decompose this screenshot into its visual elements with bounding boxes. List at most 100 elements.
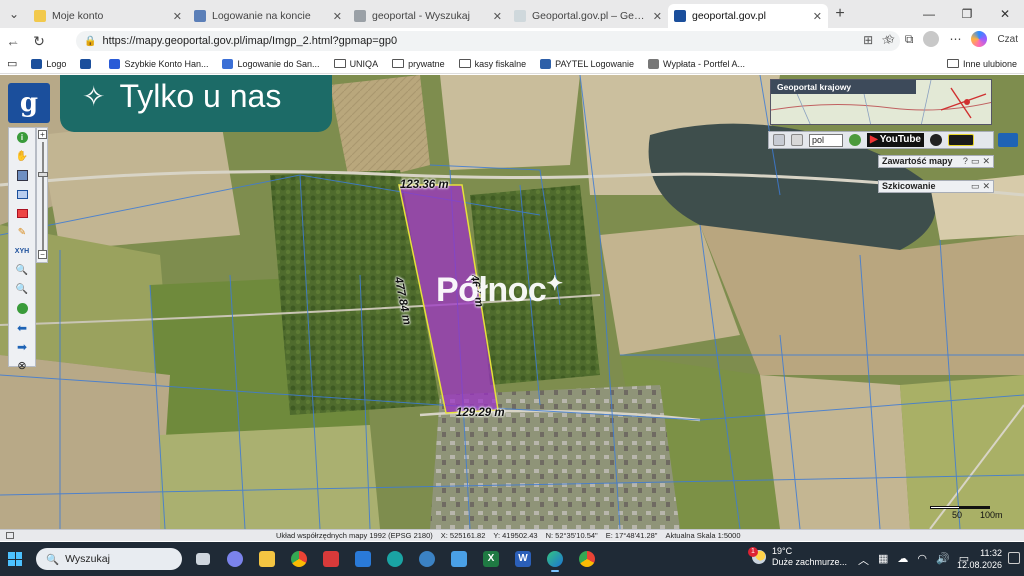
notifications-icon[interactable] — [1008, 552, 1020, 564]
minimize-panel-icon[interactable]: ▭ — [971, 181, 980, 192]
youtube-link[interactable]: ▶ YouTube — [867, 133, 924, 147]
close-panel-icon[interactable]: ✕ — [982, 181, 990, 192]
gift-app-icon[interactable] — [318, 546, 344, 572]
taskbar-clock[interactable]: 11:32 12.08.2026 — [957, 547, 1002, 571]
zoom-minus-button[interactable]: − — [38, 250, 47, 259]
geoportal-logo[interactable]: g — [8, 83, 50, 123]
browser-tab[interactable]: geoportal.gov.pl ✕ — [668, 4, 828, 28]
tab-close-icon[interactable]: ✕ — [653, 10, 662, 23]
more-menu-icon[interactable]: ⋯ — [949, 32, 961, 46]
bookmark-favicon-icon — [31, 58, 43, 69]
minimize-button[interactable]: — — [910, 0, 948, 28]
excel-icon[interactable]: X — [478, 546, 504, 572]
pencil-icon[interactable]: ✎ — [9, 223, 35, 242]
layers-tool-icon[interactable] — [9, 166, 35, 185]
browser-tab[interactable]: Moje konto ✕ — [28, 4, 188, 28]
tab-close-icon[interactable]: ✕ — [493, 10, 502, 23]
status-toggle-icon[interactable] — [6, 532, 14, 539]
show-hidden-icons-chevron-icon[interactable]: ︿ — [858, 552, 869, 568]
zoom-plus-button[interactable]: + — [38, 130, 47, 139]
split-screen-icon[interactable]: ⊞ — [863, 33, 873, 47]
profile-avatar[interactable] — [923, 31, 940, 47]
previous-view-arrow-icon[interactable]: ⬅ — [9, 318, 35, 337]
tab-actions-menu[interactable]: ⌄ — [0, 0, 28, 28]
bookmark-item[interactable]: prywatne — [385, 59, 452, 69]
new-tab-button[interactable]: + — [828, 5, 852, 23]
chrome-icon[interactable] — [286, 546, 312, 572]
forward-button[interactable]: → — [0, 28, 26, 54]
teams-icon[interactable] — [222, 546, 248, 572]
bookmark-item[interactable]: Logo — [24, 58, 73, 69]
tab-close-icon[interactable]: ✕ — [333, 10, 342, 23]
high-contrast-icon[interactable] — [948, 134, 974, 146]
overview-map[interactable]: Geoportal krajowy — [770, 79, 992, 125]
weather-widget[interactable]: 1 19°C Duże zachmurze... — [748, 546, 847, 568]
edge-icon-active[interactable] — [542, 546, 568, 572]
close-panel-icon[interactable]: ✕ — [982, 156, 990, 167]
collections-icon[interactable]: ⧉ — [905, 32, 914, 47]
sketch-panel-header[interactable]: Szkicowanie ▭ ✕ — [878, 180, 994, 193]
store-icon[interactable] — [350, 546, 376, 572]
pan-hand-icon[interactable]: ✋ — [9, 147, 35, 166]
favorites-icon[interactable]: ✩ — [885, 32, 895, 46]
select-tool-icon[interactable] — [9, 185, 35, 204]
measure-area-icon[interactable] — [9, 204, 35, 223]
zoom-in-tool-icon[interactable]: 🔍 — [9, 261, 35, 280]
zoom-slider[interactable]: + − — [36, 127, 48, 263]
close-window-button[interactable]: ✕ — [986, 0, 1024, 28]
tab-close-icon[interactable]: ✕ — [813, 10, 822, 23]
wifi-icon[interactable]: ◠ — [917, 552, 927, 568]
bookmarks-bar: ▭ Logo Szybkie Konto Han... Logowanie do S… — [0, 54, 1024, 74]
help-icon[interactable]: ? — [963, 156, 968, 167]
volume-icon[interactable]: 🔊 — [936, 552, 950, 568]
language-select[interactable]: pol — [809, 133, 843, 147]
help-globe-icon[interactable] — [849, 134, 861, 146]
copilot-icon[interactable] — [971, 31, 988, 47]
bookmark-item[interactable] — [73, 58, 102, 69]
next-view-arrow-icon[interactable]: ➡ — [9, 337, 35, 356]
bookmark-item[interactable]: Inne ulubione — [940, 59, 1024, 69]
task-view-icon[interactable] — [190, 546, 216, 572]
folder-icon — [392, 59, 405, 68]
bookmark-item[interactable]: PAYTEL Logowanie — [533, 58, 641, 69]
map-tools-toolbar: i ✋ ✎ XYH 🔍 🔍 ⬅ ➡ ⊗ — [8, 127, 36, 372]
map-viewport[interactable]: g i ✋ ✎ XYH 🔍 🔍 ⬅ ➡ ⊗ + − 123.36 m 477.8… — [0, 75, 1024, 529]
bookmark-item[interactable]: Wypłata - Portfel A... — [641, 58, 752, 69]
bookmark-item[interactable]: Logowanie do San... — [215, 58, 326, 69]
full-extent-icon[interactable]: ⊗ — [9, 356, 35, 375]
coordinates-tool-icon[interactable]: XYH — [9, 242, 35, 261]
url-field[interactable]: 🔒 https://mapy.geoportal.gov.pl/imap/Img… — [76, 31, 900, 51]
bookmark-item[interactable]: kasy fiskalne — [452, 59, 534, 69]
network-icon[interactable]: ▦ — [878, 552, 888, 568]
bookmark-item[interactable]: UNIQA — [327, 59, 386, 69]
bookmark-item[interactable]: Szybkie Konto Han... — [102, 58, 215, 69]
chrome-profile-icon[interactable] — [574, 546, 600, 572]
zoom-out-tool-icon[interactable]: 🔍 — [9, 280, 35, 299]
info-tool-icon[interactable]: i — [9, 128, 35, 147]
photos-icon[interactable] — [446, 546, 472, 572]
side-panel-tab[interactable] — [998, 133, 1018, 147]
map-content-panel-header[interactable]: Zawartość mapy ? ▭ ✕ — [878, 155, 994, 168]
tab-close-icon[interactable]: ✕ — [173, 10, 182, 23]
onedrive-icon[interactable]: ☁ — [897, 552, 908, 568]
accessibility-icon[interactable] — [930, 134, 942, 146]
start-button[interactable] — [0, 542, 30, 576]
print-icon[interactable] — [773, 134, 785, 146]
export-icon[interactable] — [791, 134, 803, 146]
zoom-knob[interactable] — [38, 172, 48, 177]
taskbar-search[interactable]: 🔍 Wyszukaj — [36, 548, 182, 570]
browser-tab[interactable]: Logowanie na koncie ✕ — [188, 4, 348, 28]
edge-icon-pinned[interactable] — [382, 546, 408, 572]
minimize-panel-icon[interactable]: ▭ — [971, 156, 980, 167]
browser-tab[interactable]: geoportal - Wyszukaj ✕ — [348, 4, 508, 28]
bookmark-bar-toggle-icon[interactable]: ▭ — [0, 57, 24, 70]
promo-badge: ✧ Tylko u nas — [60, 75, 332, 132]
refresh-button[interactable]: ↻ — [26, 28, 52, 54]
globe-icon[interactable] — [9, 299, 35, 318]
browser-tab[interactable]: Geoportal.gov.pl – Geoportal Infra ✕ — [508, 4, 668, 28]
word-icon[interactable]: W — [510, 546, 536, 572]
app-globe-icon[interactable] — [414, 546, 440, 572]
copilot-label[interactable]: Czat — [997, 34, 1018, 45]
file-explorer-icon[interactable] — [254, 546, 280, 572]
maximize-button[interactable]: ❐ — [948, 0, 986, 28]
